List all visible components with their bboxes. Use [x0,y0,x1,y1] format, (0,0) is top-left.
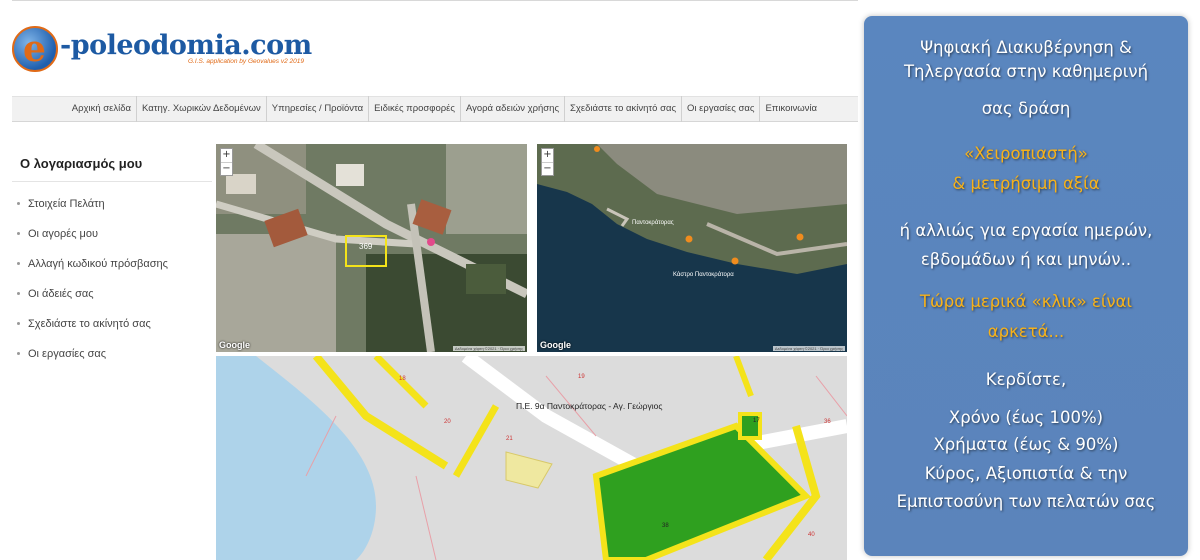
sidebar-item-customer-details[interactable]: Στοιχεία Πελάτη [12,194,212,224]
cadastral-map-image [216,356,847,560]
map1-attribution[interactable]: Δεδομένα χάρτη ©2021 · Όροι χρήσης [452,346,525,351]
promo-highlight-1: «Χειροπιαστή» [964,144,1088,163]
map1-zoom-controls: + − [220,148,233,176]
nav-home[interactable]: Αρχική σελίδα [67,96,136,122]
cadastral-map[interactable]: Π.Ε. 9α Παντοκράτορας - Αγ. Γεώργιος 18 … [216,356,847,560]
map2-zoom-controls: + − [541,148,554,176]
sidebar-title: Ο λογαριασμός μου [12,148,212,182]
promo-line-3: σας δράση [981,99,1071,118]
parcel-40: 40 [808,532,815,538]
page: e -poleodomia.com G.I.S. application by … [0,0,1200,560]
nav-services-products[interactable]: Υπηρεσίες / Προϊόντα [265,96,368,122]
sidebar-item-jobs[interactable]: Οι εργασίες σας [12,344,212,374]
promo-highlight-3: Τώρα μερικά «κλικ» είναι [919,292,1133,311]
nav-contact[interactable]: Επικοινωνία [759,96,822,122]
sidebar-item-change-password[interactable]: Αλλαγή κωδικού πρόσβασης [12,254,212,284]
parcel-20: 20 [444,419,451,425]
nav-your-jobs[interactable]: Οι εργασίες σας [681,96,759,122]
parcel-19: 19 [578,374,585,380]
map2-zoom-out-button[interactable]: − [542,162,553,175]
google-logo: Google [540,340,571,350]
logo-text: -poleodomia.com [60,30,312,61]
satellite-map-coast[interactable]: Παντοκράτορας Κάστρο Παντοκράτορα + − Go… [537,144,847,352]
parcel-18: 18 [399,376,406,382]
parcel-21: 21 [506,436,513,442]
parcel-38: 38 [662,523,669,529]
account-sidebar: Ο λογαριασμός μου Στοιχεία Πελάτη Οι αγο… [12,148,212,374]
satellite-map-town[interactable]: 369 + − Google Δεδομένα χάρτη ©2021 · Όρ… [216,144,527,352]
coast-label-pantokratoras: Παντοκράτορας [632,220,674,226]
sidebar-item-design-property[interactable]: Σχεδιάστε το ακίνητό σας [12,314,212,344]
sidebar-item-my-purchases[interactable]: Οι αγορές μου [12,224,212,254]
promo-line-14: Εμπιστοσύνη των πελατών σας [896,492,1156,511]
promo-highlight-2: & μετρήσιμη αξία [952,174,1100,193]
promo-line-6: ή αλλιώς για εργασία ημερών, [899,221,1153,240]
promo-line-12: Χρήματα (έως & 90%) [933,435,1119,454]
cadastral-area-label: Π.Ε. 9α Παντοκράτορας - Αγ. Γεώργιος [516,401,663,411]
promo-highlight-4: αρκετά... [987,322,1065,341]
website-area: e -poleodomia.com G.I.S. application by … [0,0,860,560]
promo-line-11: Χρόνο (έως 100%) [948,408,1104,427]
nav-buy-licenses[interactable]: Αγορά αδειών χρήσης [459,96,564,122]
promo-panel: Ψηφιακή Διακυβέρνηση & Τηλεργασία στην κ… [864,16,1188,556]
map1-zoom-out-button[interactable]: − [221,162,232,175]
satellite-map-coast-image [537,144,847,352]
promo-line-1: Ψηφιακή Διακυβέρνηση & [920,38,1132,57]
promo-line-7: εβδομάδων ή και μηνών.. [920,250,1132,269]
nav-special-offers[interactable]: Ειδικές προσφορές [368,96,460,122]
parcel-36: 36 [824,419,831,425]
coast-label-castle: Κάστρο Παντοκράτορα [673,272,734,278]
main-navigation: Αρχική σελίδα Κατηγ. Χωρικών Δεδομένων Υ… [12,96,858,122]
sidebar-item-licenses[interactable]: Οι άδειές σας [12,284,212,314]
google-logo: Google [219,340,250,350]
parcel-number-label: 369 [359,242,373,251]
promo-line-2: Τηλεργασία στην καθημερινή [903,62,1149,81]
map2-zoom-in-button[interactable]: + [542,149,553,162]
logo-tagline: G.I.S. application by Geovalues v2 2019 [188,58,304,65]
nav-spatial-categories[interactable]: Κατηγ. Χωρικών Δεδομένων [136,96,266,122]
site-logo[interactable]: e -poleodomia.com G.I.S. application by … [12,24,312,74]
sidebar-list: Στοιχεία Πελάτη Οι αγορές μου Αλλαγή κωδ… [12,194,212,374]
parcel-17: 17 [753,418,760,424]
promo-line-13: Κύρος, Αξιοπιστία & την [924,464,1128,483]
promo-line-10: Κερδίστε, [985,370,1067,389]
map2-attribution[interactable]: Δεδομένα χάρτη ©2021 · Όροι χρήσης [772,346,845,351]
top-divider [12,0,858,1]
globe-logo-icon: e [12,26,58,72]
map1-zoom-in-button[interactable]: + [221,149,232,162]
nav-design-property[interactable]: Σχεδιάστε το ακίνητό σας [564,96,681,122]
